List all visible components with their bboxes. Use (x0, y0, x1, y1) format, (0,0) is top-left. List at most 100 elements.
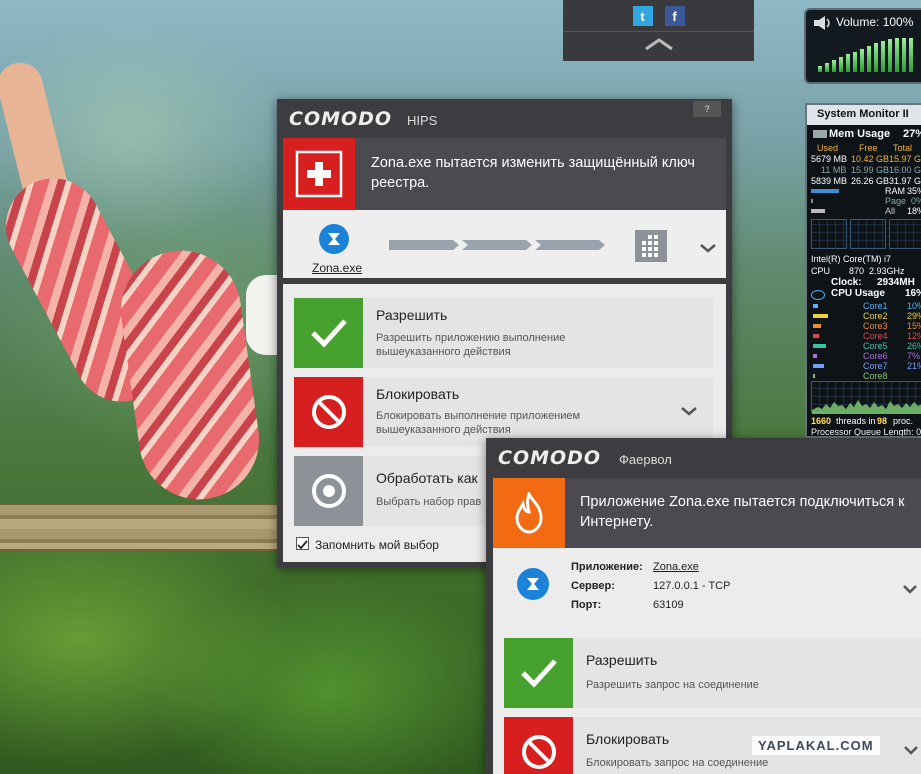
core-name: Core7 (863, 361, 888, 371)
core-name: Core1 (863, 301, 888, 311)
site-watermark: YAPLAKAL.COM (752, 736, 880, 755)
firewall-flame-icon (493, 478, 565, 548)
chevron-down-icon[interactable] (903, 745, 919, 755)
app-value-link[interactable]: Zona.exe (653, 561, 699, 573)
chevron-down-icon[interactable] (680, 406, 698, 416)
mem-ram-used: 5679 MB (811, 154, 848, 164)
cpu-label: CPU (811, 266, 831, 276)
port-label: Порт: (571, 599, 602, 611)
app-name-link[interactable]: Zona.exe (312, 261, 362, 275)
clock-label: Clock: (831, 277, 862, 288)
page-label: Page (885, 196, 907, 206)
volume-level-bars (818, 38, 913, 72)
core-pct: 15% (907, 321, 921, 331)
twitter-icon[interactable]: t (632, 6, 653, 26)
firewall-alert-message: Приложение Zona.exe пытается подключитьс… (580, 494, 905, 530)
cpu-ghz: 2.93GHz (869, 266, 905, 276)
chevron-down-icon[interactable] (699, 243, 717, 253)
cpu-history-graph (811, 381, 921, 414)
hips-subtitle: HIPS (407, 113, 438, 128)
procs-suffix: proc. (893, 416, 914, 426)
help-button[interactable]: ? (693, 101, 721, 117)
core-name: Core4 (863, 331, 888, 341)
port-value: 63109 (653, 599, 684, 611)
core-usage-bar (813, 354, 817, 358)
core-name: Core5 (863, 341, 888, 351)
allow-connection-title: Разрешить (586, 652, 658, 668)
hips-flow-row: Zona.exe (283, 210, 726, 278)
firewall-subtitle: Фаервол (619, 452, 672, 467)
core-pct: 29% (907, 311, 921, 321)
server-label: Сервер: (571, 580, 615, 592)
core-name: Core2 (863, 311, 888, 321)
block-option[interactable]: Блокировать Блокировать выполнение прило… (294, 377, 713, 447)
mem-header-used: Used (817, 143, 839, 153)
target-icon (294, 456, 363, 526)
cpu-icon (811, 290, 825, 300)
cpu-mhz: 870 (849, 266, 865, 276)
speaker-icon (813, 15, 833, 31)
chevron-down-icon[interactable] (902, 584, 918, 594)
treat-as-title: Обработать как (376, 470, 478, 486)
firewall-alert-banner: Приложение Zona.exe пытается подключитьс… (493, 478, 921, 548)
wallpaper-person (0, 57, 267, 510)
all-graph (889, 219, 921, 249)
all-label: All (885, 206, 896, 216)
core-name: Core8 (863, 371, 888, 381)
block-icon (294, 377, 363, 447)
all-usage-bar (811, 209, 825, 213)
cpu-usage-label: CPU Usage (831, 288, 885, 299)
ram-pct: 35% (907, 186, 921, 196)
mem-page-used: 11 MB (821, 165, 847, 175)
core-pct: 10% (907, 301, 921, 311)
cpu-name: Intel(R) Core(TM) i7 (811, 254, 892, 264)
comodo-logo: COMODO (289, 108, 393, 130)
allow-title: Разрешить (376, 307, 448, 323)
core-usage-bar (813, 364, 824, 368)
mem-all-free: 26.26 GB (851, 176, 890, 186)
facebook-icon[interactable]: f (664, 6, 685, 26)
flow-arrows-icon (389, 240, 605, 250)
volume-label: Volume: 100% (836, 15, 914, 29)
allow-connection-option[interactable]: Разрешить Разрешить запрос на соединение (504, 638, 921, 708)
comodo-firewall-window: COMODO Фаервол Приложение Zona.exe пытае… (486, 438, 921, 774)
ram-label: RAM (885, 186, 905, 196)
core-pct: 7% (907, 351, 921, 361)
allow-option[interactable]: Разрешить Разрешить приложению выполнени… (294, 298, 713, 368)
system-monitor-gadget: System Monitor II Mem Usage 27% Used Fre… (805, 103, 921, 438)
social-share-widget: t f (563, 0, 754, 61)
allow-connection-description: Разрешить запрос на соединение (586, 679, 759, 691)
processor-queue-length: Processor Queue Length: 0 (811, 427, 921, 437)
core-pct: 26% (907, 341, 921, 351)
checkmark-icon (504, 638, 573, 708)
core-name: Core3 (863, 321, 888, 331)
block-title: Блокировать (376, 386, 460, 402)
remember-checkbox[interactable] (296, 537, 309, 550)
app-label: Приложение: (571, 561, 643, 573)
clock-value: 2934MH (877, 277, 915, 288)
block-description: Блокировать выполнение приложением вышеу… (376, 410, 581, 436)
volume-gadget[interactable]: Volume: 100% (804, 8, 921, 84)
cpu-usage-pct: 16% (905, 288, 921, 299)
memory-icon (813, 130, 827, 138)
core-pct: 21% (907, 361, 921, 371)
all-pct: 18% (907, 206, 921, 216)
hips-alert-banner: Zona.exe пытается изменить защищённый кл… (283, 138, 726, 210)
treat-as-description: Выбрать набор прав (376, 496, 482, 508)
ram-usage-bar (811, 189, 839, 193)
remember-label[interactable]: Запомнить мой выбор (315, 538, 439, 552)
mem-header-free: Free (859, 143, 878, 153)
zona-app-icon (319, 224, 349, 254)
zona-app-icon (517, 568, 549, 600)
thread-count: 1660 (811, 416, 832, 426)
core-name: Core6 (863, 351, 888, 361)
mem-all-used: 5839 MB (811, 176, 848, 186)
chevron-up-icon[interactable] (563, 32, 754, 50)
comodo-logo: COMODO (498, 447, 602, 469)
wallpaper-bamboo-rail (0, 503, 280, 551)
mem-all-total: 31.97 G (889, 176, 921, 186)
ram-graph (811, 219, 847, 249)
page-usage-bar (811, 199, 813, 203)
sysmon-title: System Monitor II (807, 105, 921, 125)
core-usage-bar (813, 344, 826, 348)
